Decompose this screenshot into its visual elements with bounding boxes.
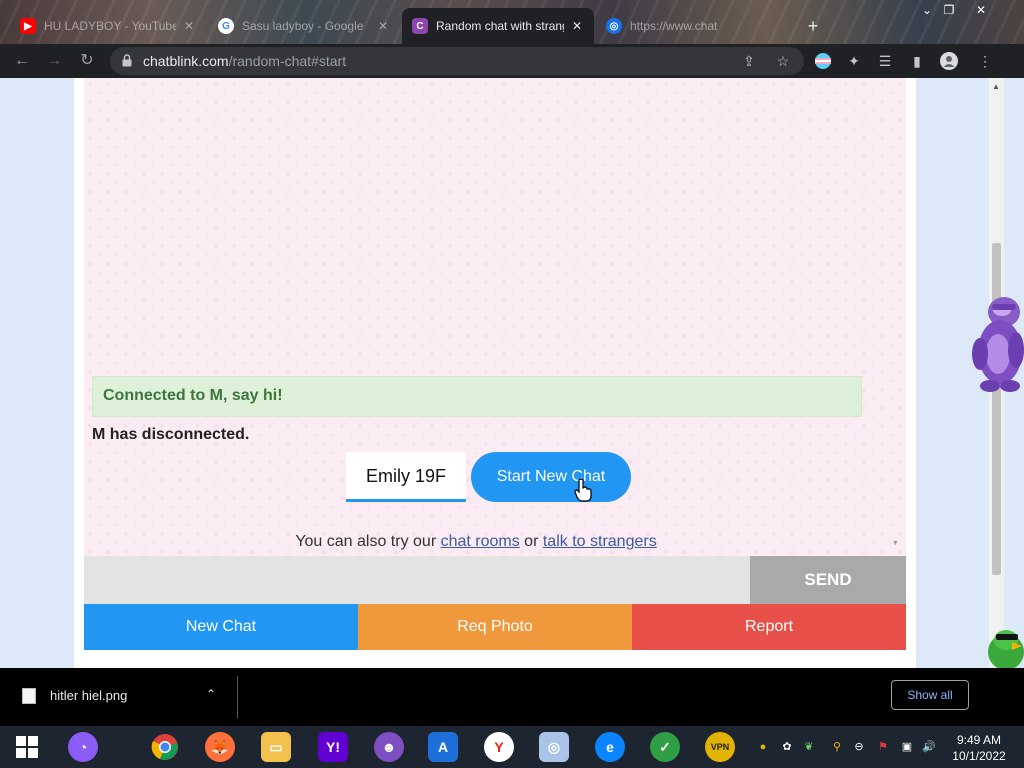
divider [237,676,238,718]
tray-status-icon[interactable]: ⊖ [852,740,866,754]
start-new-chat-button[interactable]: Start New Chat [471,452,631,502]
close-icon[interactable]: ✕ [570,19,584,33]
chat-scroll-down-icon[interactable]: ▼ [892,540,899,547]
send-button[interactable]: SEND [750,556,906,604]
tab-label: https://www.chat [630,19,718,33]
alternative-links: You can also try our chat rooms or talk … [84,533,868,551]
restore-icon[interactable]: ❐ [938,2,960,18]
menu-kebab-icon[interactable]: ⋮ [976,52,994,70]
disk-utility-icon[interactable]: ◎ [539,732,569,762]
download-shelf: hitler hiel.png ⌃ Show all [0,668,1024,726]
system-clock[interactable]: 9:49 AM 10/1/2022 [944,732,1014,764]
request-photo-button[interactable]: Req Photo [358,604,632,650]
tray-flag-icon[interactable]: ⚑ [876,740,890,754]
connected-message: Connected to M, say hi! [92,376,862,417]
chrome-icon[interactable] [150,732,180,762]
network-icon[interactable]: ▣ [900,740,914,754]
edge-icon[interactable]: e [595,732,625,762]
tab-label: Random chat with strangers [436,19,564,33]
alt-links-prefix: You can also try our [295,533,441,550]
url-domain: chatblink.com [143,53,229,69]
yandex-icon[interactable]: Y [484,732,514,762]
share-icon[interactable]: ⇪ [740,52,758,70]
volume-icon[interactable]: 🔊 [922,740,936,754]
extension-flag-icon[interactable] [814,52,832,70]
side-panel-icon[interactable]: ▮ [908,52,926,70]
message-input[interactable] [84,556,750,604]
name-display-field[interactable]: Emily 19F [346,452,466,502]
firefox-icon[interactable]: 🦊 [205,732,235,762]
windows-start-icon[interactable] [12,732,42,762]
yahoo-messenger-icon[interactable]: Y! [318,732,348,762]
browser-toolbar: ← → ↻ chatblink.com/random-chat#start ⇪ … [0,44,1024,78]
disconnected-message: M has disconnected. [92,426,250,443]
tab-label: Sasu ladyboy - Google [242,19,364,33]
image-file-icon [22,688,36,704]
close-window-icon[interactable]: ✕ [970,2,992,18]
tray-leaf-icon[interactable]: ❦ [802,740,816,754]
web-page: Connected to M, say hi! M has disconnect… [0,78,1024,668]
new-chat-button[interactable]: New Chat [84,604,358,650]
url-path: /random-chat#start [228,53,347,69]
chevron-down-icon[interactable]: ⌄ [916,2,938,18]
bonzi-app-icon[interactable]: ☻ [374,732,404,762]
bonzi-buddy-icon[interactable] [970,290,1024,394]
reading-list-icon[interactable]: ☰ [876,52,894,70]
show-all-button[interactable]: Show all [891,680,969,710]
chatblink-icon: C [412,18,428,34]
forward-arrow-icon[interactable]: → [44,51,64,71]
browser-tab-strip: ▶ HU LADYBOY - YouTube ✕ G Sasu ladyboy … [0,0,1024,44]
cortana-icon[interactable]: ◔ [68,732,98,762]
reload-icon[interactable]: ↻ [77,51,97,71]
search-icon[interactable]: ⚲ [830,740,844,754]
talk-to-strangers-link[interactable]: talk to strangers [543,533,657,550]
globe-icon: ◎ [606,18,622,34]
google-icon: G [218,18,234,34]
tab-chat-link[interactable]: ◎ https://www.chat [596,8,796,44]
address-bar[interactable]: chatblink.com/random-chat#start ⇪ ☆ [110,47,804,75]
clock-date: 10/1/2022 [952,749,1006,763]
chat-rooms-link[interactable]: chat rooms [441,533,520,550]
tab-chatblink[interactable]: C Random chat with strangers ✕ [402,8,594,44]
ccleaner-icon[interactable]: ✓ [650,732,680,762]
parrot-mascot-icon [988,630,1024,668]
vpn-tray-icon[interactable]: ● [756,740,770,754]
close-icon[interactable]: ✕ [376,19,390,33]
tab-label: HU LADYBOY - YouTube [44,19,176,33]
close-icon[interactable]: ✕ [182,19,196,33]
youtube-icon: ▶ [20,18,36,34]
lock-icon [122,54,132,67]
clock-time: 9:49 AM [956,733,1002,747]
alt-links-middle: or [519,533,543,550]
profile-avatar-icon[interactable] [940,52,958,70]
scroll-up-icon[interactable]: ▲ [992,82,1000,91]
tab-youtube[interactable]: ▶ HU LADYBOY - YouTube ✕ [10,8,206,44]
vpn-pro-icon[interactable]: VPN [705,732,735,762]
tab-google[interactable]: G Sasu ladyboy - Google ✕ [208,8,400,44]
bookmark-star-icon[interactable]: ☆ [774,52,792,70]
windows-taskbar: ◔ 🦊 ▭ Y! ☻ A Y ◎ e ✓ VPN ● ✿ ❦ ⚲ ⊖ ⚑ ▣ 🔊… [0,726,1024,768]
file-explorer-icon[interactable]: ▭ [261,732,291,762]
hand-cursor-icon [574,478,592,502]
chat-log: Connected to M, say hi! M has disconnect… [84,78,906,556]
report-button[interactable]: Report [632,604,906,650]
chevron-up-icon[interactable]: ⌃ [206,687,216,701]
back-arrow-icon[interactable]: ← [12,51,32,71]
download-file-name[interactable]: hitler hiel.png [50,688,127,703]
new-tab-button[interactable]: + [798,8,828,44]
arc-browser-icon[interactable]: A [428,732,458,762]
extensions-puzzle-icon[interactable]: ✦ [845,52,863,70]
tray-app-icon[interactable]: ✿ [780,740,794,754]
url-text: chatblink.com/random-chat#start [143,53,346,69]
